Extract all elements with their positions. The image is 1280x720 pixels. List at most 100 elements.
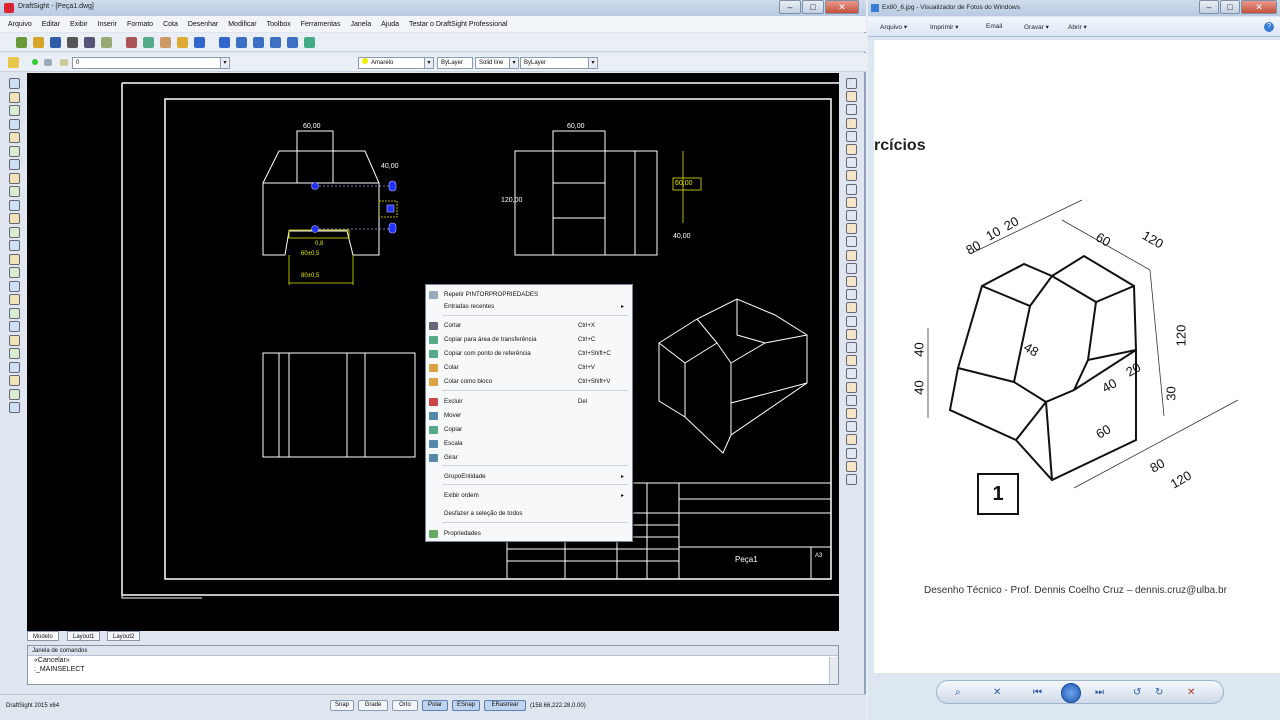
open-file-icon[interactable] xyxy=(33,37,44,48)
color-combo[interactable]: Amarelo ▾ xyxy=(358,57,434,69)
layer-tool-tool-icon[interactable] xyxy=(846,460,857,472)
array-tool-icon[interactable] xyxy=(846,315,857,327)
context-menu-item[interactable]: Escala xyxy=(426,437,632,451)
layer-freeze-icon[interactable] xyxy=(44,59,52,66)
context-menu-item[interactable]: GrupoEntidade ▸ xyxy=(426,470,632,484)
layer-lock-icon[interactable] xyxy=(60,59,68,66)
rotate-left-icon[interactable]: ↺ xyxy=(1133,687,1141,698)
paint-format-icon[interactable] xyxy=(177,37,188,48)
copy-icon[interactable] xyxy=(143,37,154,48)
viewer-menu-item[interactable]: Arquivo ▾ xyxy=(880,23,907,31)
donut-tool-icon[interactable] xyxy=(9,375,20,386)
divide-tool-icon[interactable] xyxy=(846,368,857,380)
context-menu-item[interactable]: Colar Ctrl+V xyxy=(426,361,632,375)
explode-tool-icon[interactable] xyxy=(846,276,857,287)
menu-item[interactable]: Ajuda xyxy=(381,21,399,28)
leader-tool-icon[interactable] xyxy=(9,294,20,305)
purge-tool-icon[interactable] xyxy=(846,434,857,446)
lineweight-combo[interactable]: ByLayer ▾ xyxy=(520,57,598,69)
menu-item[interactable]: Inserir xyxy=(98,21,117,28)
move-tool-icon[interactable] xyxy=(846,144,857,155)
join-tool-icon[interactable] xyxy=(846,236,857,248)
rectangle-tool-icon[interactable] xyxy=(9,118,20,130)
layer-on-icon[interactable] xyxy=(32,59,38,65)
weld-tool-icon[interactable] xyxy=(846,394,857,406)
scrollbar[interactable] xyxy=(829,657,838,684)
linetype-combo[interactable]: Solid line ▾ xyxy=(475,57,519,69)
zoom-previous-icon[interactable] xyxy=(270,37,281,48)
context-menu-item[interactable]: Colar como bloco Ctrl+Shift+V xyxy=(426,375,632,389)
linestyle-combo[interactable]: ByLayer xyxy=(437,57,473,69)
drawing-canvas[interactable]: 60,00 40,00 60,00 60,00 120,00 40,00 0,8… xyxy=(27,73,839,631)
tab-modelo[interactable]: Modelo xyxy=(27,631,59,641)
minimize-button[interactable]: – xyxy=(779,0,801,14)
properties-icon[interactable] xyxy=(304,37,315,48)
zoom-icon[interactable]: ⌕ xyxy=(955,687,961,698)
group-tool-icon[interactable] xyxy=(846,408,857,419)
polygon-tool-icon[interactable] xyxy=(9,388,20,400)
hatch-tool-icon[interactable] xyxy=(9,186,20,197)
menu-item[interactable]: Cota xyxy=(163,21,178,28)
find-icon[interactable] xyxy=(101,37,112,48)
menu-item[interactable]: Toolbox xyxy=(267,21,291,28)
context-menu-item[interactable]: Entradas recentes ▸ xyxy=(426,300,632,314)
undo-icon[interactable] xyxy=(194,37,205,48)
lengthen-tool-icon[interactable] xyxy=(846,328,857,340)
tab-layout2[interactable]: Layout2 xyxy=(107,631,141,641)
rotate-right-icon[interactable]: ↻ xyxy=(1155,687,1163,698)
viewer-menu-item[interactable]: Email xyxy=(986,23,1002,30)
context-menu-item[interactable]: Girar xyxy=(426,451,632,465)
revision-tool-icon[interactable] xyxy=(9,334,20,346)
layer-manager-icon[interactable] xyxy=(8,57,19,68)
dimension-tool-icon[interactable] xyxy=(9,280,20,292)
wipeout-tool-icon[interactable] xyxy=(9,361,20,373)
toggle-polar[interactable]: Polar xyxy=(422,700,448,711)
menu-item[interactable]: Desenhar xyxy=(188,21,218,28)
viewer-menu-item[interactable]: Imprimir ▾ xyxy=(930,23,959,31)
line-tool-icon[interactable] xyxy=(9,78,20,89)
stretch-tool-icon[interactable] xyxy=(846,183,857,195)
viewer-menu-item[interactable]: Abrir ▾ xyxy=(1068,23,1087,31)
actual-size-icon[interactable]: ✕ xyxy=(993,687,1001,698)
context-menu-item[interactable]: Cortar Ctrl+X xyxy=(426,319,632,333)
context-menu-item[interactable]: Copiar para área de transferência Ctrl+C xyxy=(426,333,632,347)
offset-tool-icon[interactable] xyxy=(846,117,857,129)
note-tool-icon[interactable] xyxy=(9,240,20,251)
context-menu-item[interactable]: Mover xyxy=(426,409,632,423)
pan-icon[interactable] xyxy=(236,37,247,48)
toggle-esnap[interactable]: ESnap xyxy=(452,700,480,711)
chamfer-tool-icon[interactable] xyxy=(846,249,857,261)
solid-tool-icon[interactable] xyxy=(9,402,20,413)
menu-item[interactable]: Testar o DraftSight Professional xyxy=(409,21,507,28)
toggle-snap[interactable]: Snap xyxy=(330,700,354,711)
scale-tool-icon[interactable] xyxy=(846,170,857,182)
align-tool-icon[interactable] xyxy=(846,302,857,314)
zoom-extents-icon[interactable] xyxy=(287,37,298,48)
xref-tool-icon[interactable] xyxy=(846,474,857,485)
hidden-tool-icon[interactable] xyxy=(9,348,20,359)
layer-combo[interactable]: 0 ▾ xyxy=(72,57,230,69)
zoom-window-icon[interactable] xyxy=(253,37,264,48)
trim-tool-icon[interactable] xyxy=(846,196,857,208)
region-tool-icon[interactable] xyxy=(9,267,20,278)
point-tool-icon[interactable] xyxy=(9,172,20,184)
toggle-erastrear[interactable]: ERastrear xyxy=(484,700,526,711)
extend-tool-icon[interactable] xyxy=(846,210,857,221)
context-menu-item[interactable]: Desfazer a seleção de todos xyxy=(426,507,632,521)
split-tool-icon[interactable] xyxy=(846,381,857,393)
ellipse-tool-icon[interactable] xyxy=(9,159,20,170)
copy-tool-icon[interactable] xyxy=(846,91,857,103)
maximize-button[interactable]: □ xyxy=(1220,0,1240,14)
measure-tool-icon[interactable] xyxy=(846,355,857,367)
help-icon[interactable]: ? xyxy=(1264,22,1274,32)
previous-icon[interactable]: ⏮ xyxy=(1033,687,1042,698)
command-window[interactable]: Janela de comandos «Cancelar» :_MAINSELE… xyxy=(27,645,839,685)
polyline-tool-icon[interactable] xyxy=(9,91,20,103)
menu-item[interactable]: Exibir xyxy=(70,21,88,28)
slideshow-button[interactable] xyxy=(1061,683,1081,703)
redo-icon[interactable] xyxy=(219,37,230,48)
close-button[interactable]: ✕ xyxy=(1241,0,1277,14)
menu-item[interactable]: Arquivo xyxy=(8,21,32,28)
cloud-tool-icon[interactable] xyxy=(9,253,20,265)
context-menu-item[interactable]: Copiar com ponto de referência Ctrl+Shift… xyxy=(426,347,632,361)
